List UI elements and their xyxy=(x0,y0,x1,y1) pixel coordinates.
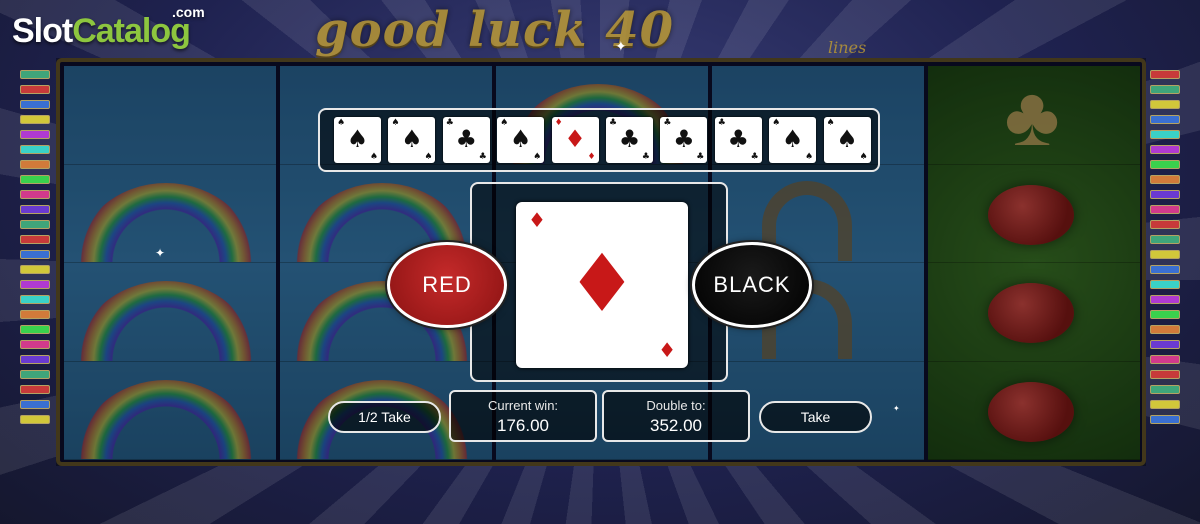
current-win-box: Current win: 176.00 xyxy=(449,390,597,442)
history-card: ♣ ♣ ♣ xyxy=(605,117,653,163)
right-paylines xyxy=(1148,70,1182,430)
card-corner-pip: ♣ xyxy=(478,152,487,162)
current-card: ♦ ♦ ♦ xyxy=(516,202,688,368)
take-button[interactable]: Take xyxy=(759,401,872,433)
history-card: ♠ ♠ ♠ xyxy=(334,117,381,163)
card-corner-pip: ♠ xyxy=(424,152,433,162)
history-card: ♣ ♣ ♣ xyxy=(714,117,762,163)
sparkle-icon: ✦ xyxy=(893,404,900,413)
card-corner-pip: ♣ xyxy=(641,152,650,162)
game-subtitle: lines xyxy=(828,38,867,57)
card-suit-icon: ♠ xyxy=(836,125,858,153)
diamond-icon: ♦ xyxy=(566,237,638,330)
card-history: ♠ ♠ ♠ ♠ ♠ ♠ ♣ ♣ ♣ ♠ ♠ ♠ ♦ ♦ ♦ ♣ ♣ ♣ ♣ ♣ ♣ ♣ ♣ ♣ ♠ ♠ ♠ ♠ ♠ ♠ xyxy=(318,108,880,172)
half-take-button[interactable]: 1/2 Take xyxy=(328,401,441,433)
history-card: ♠ ♠ ♠ xyxy=(388,117,436,163)
double-to-box: Double to: 352.00 xyxy=(602,390,750,442)
card-corner-pip: ♠ xyxy=(805,152,814,162)
double-to-label: Double to: xyxy=(646,398,706,413)
card-suit-icon: ♣ xyxy=(618,125,641,153)
card-suit-icon: ♣ xyxy=(727,125,749,153)
left-paylines xyxy=(18,70,52,430)
history-card: ♠ ♠ ♠ xyxy=(823,117,871,163)
history-card: ♣ ♣ ♣ xyxy=(442,117,490,163)
card-suit-icon: ♣ xyxy=(673,125,695,153)
card-corner-pip: ♣ xyxy=(696,152,705,162)
history-card: ♠ ♠ ♠ xyxy=(769,117,817,163)
red-button[interactable]: RED xyxy=(387,242,507,328)
card-corner-pip: ♠ xyxy=(859,152,868,162)
history-card: ♣ ♣ ♣ xyxy=(660,117,708,163)
gamble-card-panel: ♦ ♦ ♦ xyxy=(470,182,728,382)
card-suit-icon: ♦ xyxy=(564,125,586,153)
history-card: ♦ ♦ ♦ xyxy=(551,117,599,163)
card-corner-pip: ♦ xyxy=(658,338,676,362)
history-card: ♠ ♠ ♠ xyxy=(497,117,545,163)
current-win-label: Current win: xyxy=(487,398,559,413)
current-win-value: 176.00 xyxy=(497,416,549,435)
double-to-value: 352.00 xyxy=(650,416,702,435)
card-corner-pip: ♠ xyxy=(533,152,542,162)
card-corner-pip: ♦ xyxy=(528,208,546,232)
card-suit-icon: ♠ xyxy=(509,125,532,153)
card-suit-icon: ♣ xyxy=(455,125,478,153)
card-corner-pip: ♦ xyxy=(587,152,596,162)
card-corner-pip: ♣ xyxy=(750,152,759,162)
card-suit-icon: ♠ xyxy=(401,125,423,153)
card-suit-icon: ♠ xyxy=(781,125,804,153)
card-corner-pip: ♠ xyxy=(369,152,378,162)
slotcatalog-watermark: SlotCatalog .com xyxy=(12,4,205,50)
sparkle-icon: ✦ xyxy=(615,38,627,54)
black-button[interactable]: BLACK xyxy=(692,242,812,328)
card-suit-icon: ♠ xyxy=(346,125,369,153)
sparkle-icon: ✦ xyxy=(155,246,166,260)
